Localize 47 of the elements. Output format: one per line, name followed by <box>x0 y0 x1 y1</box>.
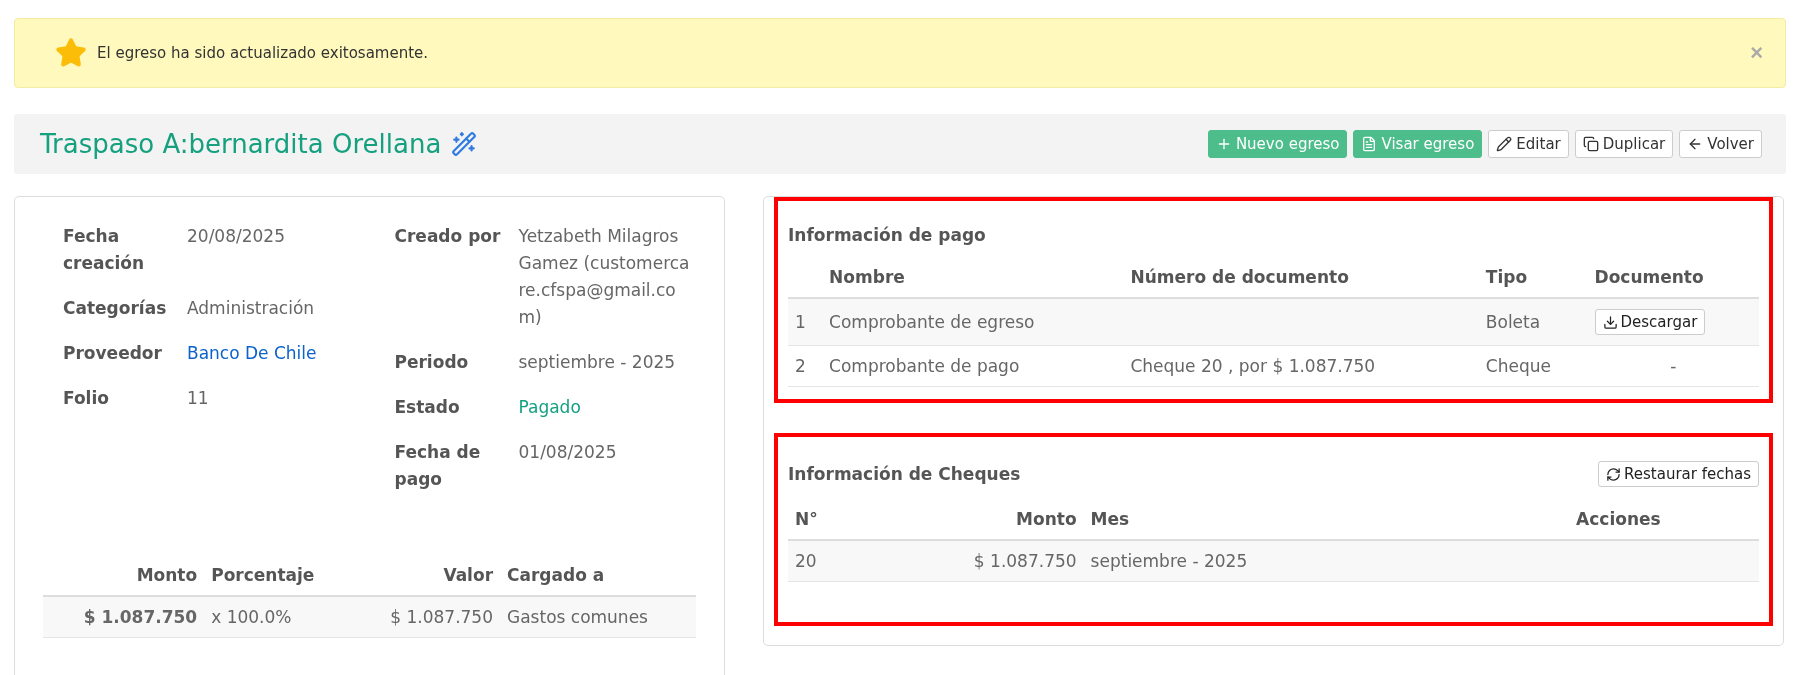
alert-message: El egreso ha sido actualizado exitosamente. <box>97 44 430 62</box>
table-cell: Gastos comunes <box>500 596 696 638</box>
action-button[interactable]: Volver <box>1679 130 1762 158</box>
field-label: Categorías <box>63 297 168 320</box>
field-value: Administración <box>187 297 316 320</box>
field-label: Creado por <box>394 225 502 248</box>
field-value: 20/08/2025 <box>187 225 286 248</box>
field-value: septiembre - 2025 <box>518 351 677 374</box>
star-icon <box>55 37 87 69</box>
table-cell: Cheque 20 , por $ 1.087.750 <box>1123 345 1479 387</box>
table-cell: Boleta <box>1478 298 1588 346</box>
section-title: Información de pago <box>788 225 986 245</box>
magic-wand-icon <box>451 131 478 157</box>
action-button[interactable]: Duplicar <box>1574 130 1674 158</box>
download-button[interactable]: Descargar <box>1594 309 1706 335</box>
table-cell: $ 1.087.750 <box>352 596 500 638</box>
restore-dates-button[interactable]: Restaurar fechas <box>1598 461 1759 487</box>
field-label: Folio <box>63 387 110 410</box>
row-number: 2 <box>788 345 823 387</box>
field-value: 11 <box>187 387 210 410</box>
field-label: Proveedor <box>63 342 163 365</box>
table-cell: septiembre - 2025 <box>1083 540 1570 582</box>
table-cell: x 100.0% <box>204 596 353 638</box>
supplier-link[interactable]: Banco De Chile <box>187 340 365 367</box>
field-value: Yetzabeth Milagros Gamez (customercare.cfspa@gmail.com) <box>518 225 691 329</box>
pencil-icon <box>1496 136 1513 152</box>
table-cell: $ 1.087.750 <box>43 596 205 638</box>
status-text: Pagado <box>518 396 582 419</box>
document-icon <box>1361 136 1378 152</box>
refresh-icon <box>1606 466 1622 482</box>
row-number: 1 <box>788 298 823 346</box>
field-label: Fecha creación <box>63 225 146 275</box>
table-cell: $ 1.087.750 <box>858 540 1084 582</box>
table-cell: Comprobante de egreso <box>822 298 1124 346</box>
table-cell: 20 <box>788 540 859 582</box>
field-label: Estado <box>394 396 461 419</box>
table-cell: - <box>1670 356 1677 376</box>
field-value: 01/08/2025 <box>518 441 618 464</box>
field-label: Periodo <box>394 351 470 374</box>
section-title: Información de Cheques <box>788 464 1021 484</box>
download-icon <box>1602 314 1618 330</box>
action-button[interactable]: Editar <box>1488 130 1569 158</box>
table-cell: Cheque <box>1478 345 1588 387</box>
table-cell: Comprobante de pago <box>822 345 1124 387</box>
field-label: Fecha de pago <box>394 441 482 491</box>
copy-icon <box>1582 136 1599 152</box>
page-title: Traspaso A:bernardita Orellana <box>40 129 442 159</box>
